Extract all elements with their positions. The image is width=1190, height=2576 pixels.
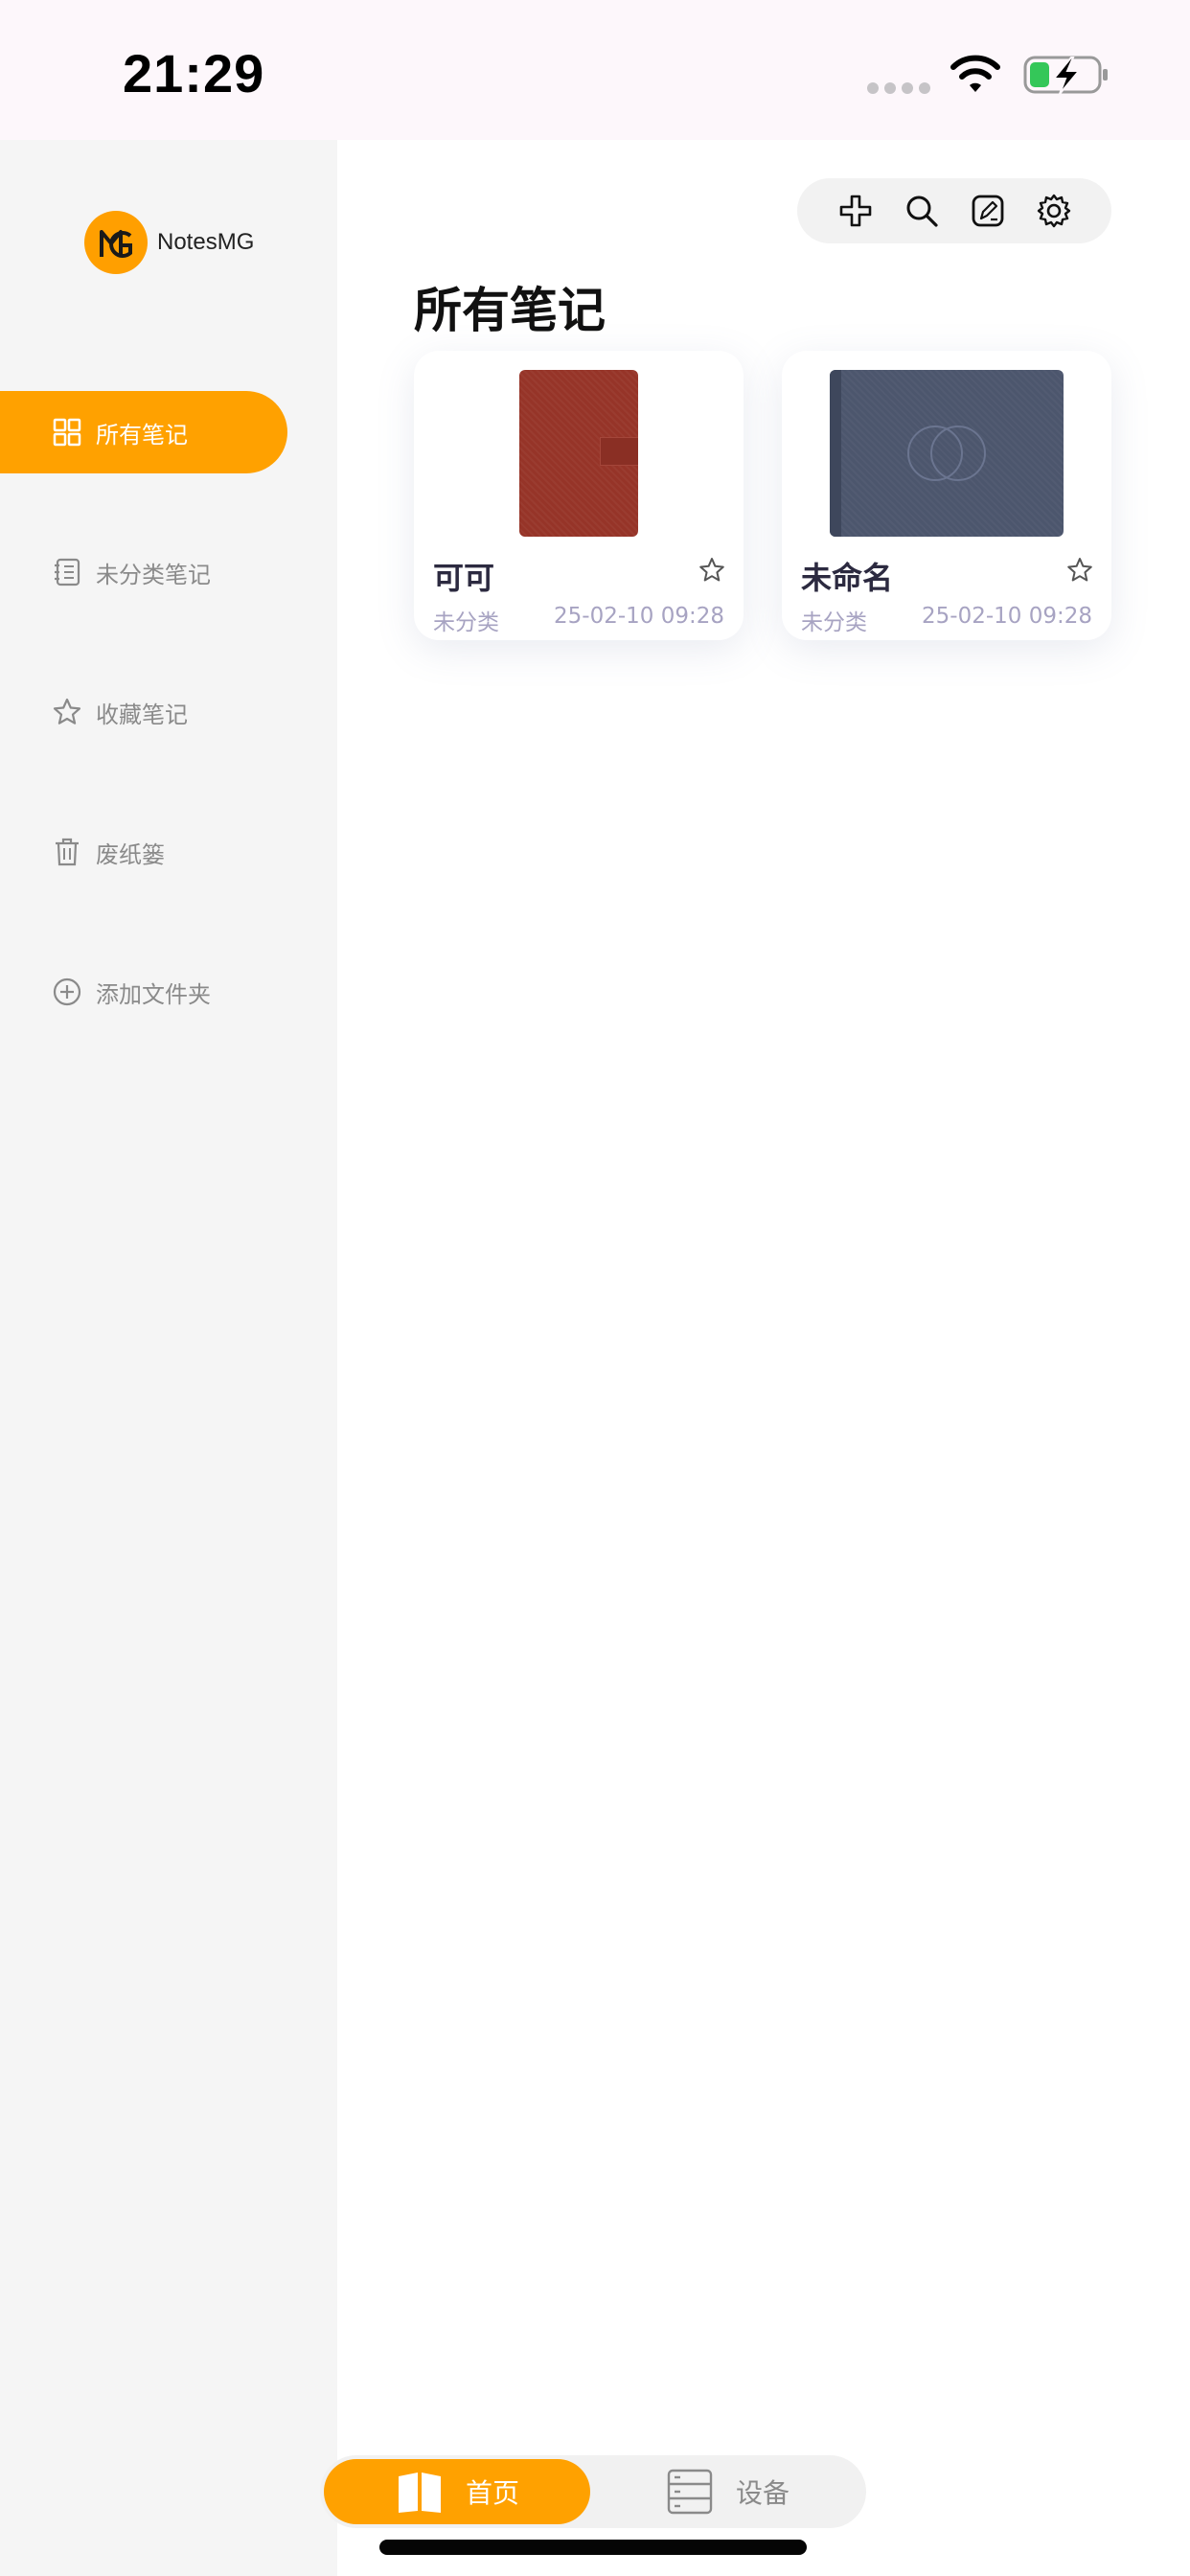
sidebar-item-label: 废纸篓: [96, 840, 165, 868]
page-title: 所有笔记: [414, 283, 606, 338]
star-icon: [53, 698, 81, 724]
tab-home[interactable]: 首页: [324, 2459, 590, 2524]
trash-icon: [56, 838, 79, 866]
note-date: 25-02-10 09:28: [554, 604, 724, 629]
open-book-icon: [398, 2472, 441, 2513]
note-category: 未分类: [801, 610, 867, 635]
sidebar-item-all-notes[interactable]: 所有笔记: [0, 391, 287, 473]
status-time: 21:29: [123, 43, 265, 104]
app-logo-icon: [84, 211, 148, 274]
note-cover-image: [830, 370, 1064, 537]
sidebar-item-label: 收藏笔记: [96, 701, 188, 728]
note-title: 未命名: [801, 560, 894, 596]
tab-device-label: 设备: [736, 2477, 790, 2509]
sidebar-item-add-folder[interactable]: 添加文件夹: [0, 951, 287, 1033]
settings-button[interactable]: [1034, 191, 1074, 231]
brand: NotesMG: [84, 211, 254, 274]
brand-name: NotesMG: [157, 229, 255, 255]
sidebar-item-label: 未分类笔记: [96, 561, 211, 588]
tab-home-label: 首页: [465, 2477, 519, 2509]
grid-icon: [53, 418, 81, 447]
note-cover-image: [519, 370, 638, 537]
note-card[interactable]: 未命名 未分类 25-02-10 09:28: [782, 351, 1111, 640]
note-date: 25-02-10 09:28: [922, 604, 1092, 629]
status-bar: 21:29: [0, 0, 1190, 140]
sidebar: NotesMG 所有笔记 未分类笔记 收藏笔记 废纸篓 添加文件夹: [0, 140, 337, 2576]
sidebar-item-trash[interactable]: 废纸篓: [0, 811, 287, 893]
gear-icon: [1037, 194, 1070, 228]
sidebar-item-uncategorized[interactable]: 未分类笔记: [0, 531, 287, 613]
edit-icon: [972, 195, 1003, 227]
sidebar-item-favorites[interactable]: 收藏笔记: [0, 671, 287, 753]
search-icon: [906, 196, 938, 227]
note-meta: 未分类 25-02-10 09:28: [801, 604, 1092, 636]
home-indicator: [379, 2540, 807, 2555]
sidebar-item-label: 所有笔记: [96, 421, 188, 448]
wifi-icon: [950, 55, 1000, 92]
toolbar: [797, 178, 1111, 243]
search-button[interactable]: [902, 191, 942, 231]
note-meta: 未分类 25-02-10 09:28: [433, 604, 724, 636]
battery-charging-icon: [1023, 56, 1108, 95]
add-note-button[interactable]: [835, 191, 876, 231]
bottom-tab-bar: 首页 设备: [320, 2455, 866, 2528]
favorite-star-icon[interactable]: [698, 556, 726, 585]
sidebar-item-label: 添加文件夹: [96, 980, 211, 1008]
note-category: 未分类: [433, 610, 499, 635]
notebook-icon: [55, 558, 80, 586]
note-title: 可可: [433, 560, 495, 596]
server-icon: [667, 2469, 713, 2515]
signal-dots-icon: [867, 82, 930, 94]
tab-device[interactable]: 设备: [665, 2455, 790, 2528]
plus-icon: [839, 195, 871, 227]
note-card[interactable]: 可可 未分类 25-02-10 09:28: [414, 351, 744, 640]
favorite-star-icon[interactable]: [1065, 556, 1094, 585]
plus-circle-icon: [53, 978, 81, 1006]
edit-button[interactable]: [968, 191, 1008, 231]
